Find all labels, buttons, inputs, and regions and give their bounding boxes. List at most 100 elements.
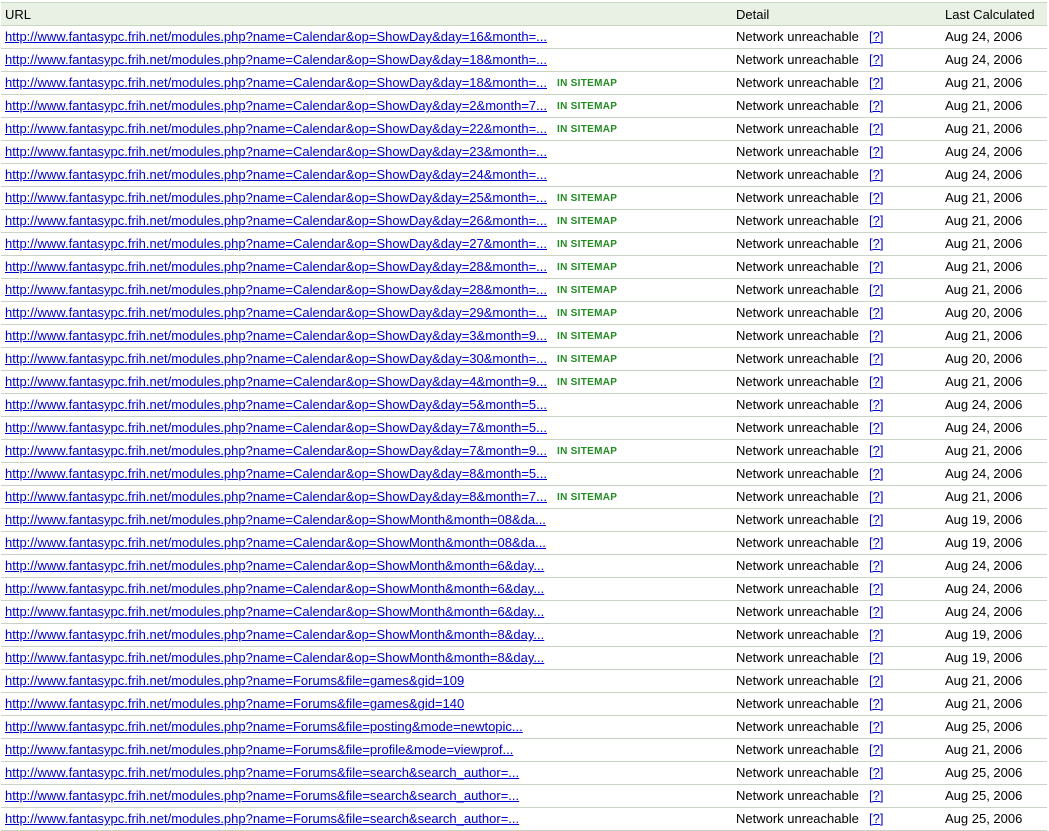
last-calculated-date: Aug 20, 2006 [945, 305, 1023, 320]
help-link[interactable]: [?] [869, 719, 883, 735]
detail-text: Network unreachable [736, 489, 859, 504]
help-link[interactable]: [?] [869, 696, 883, 712]
url-link[interactable]: http://www.fantasypc.frih.net/modules.ph… [5, 765, 519, 781]
url-link[interactable]: http://www.fantasypc.frih.net/modules.ph… [5, 351, 547, 367]
url-link[interactable]: http://www.fantasypc.frih.net/modules.ph… [5, 374, 547, 390]
help-link[interactable]: [?] [869, 604, 883, 620]
detail-text: Network unreachable [736, 305, 859, 320]
url-link[interactable]: http://www.fantasypc.frih.net/modules.ph… [5, 466, 547, 482]
help-link[interactable]: [?] [869, 121, 883, 137]
last-calculated-date: Aug 21, 2006 [945, 75, 1023, 90]
detail-text: Network unreachable [736, 29, 859, 44]
url-link[interactable]: http://www.fantasypc.frih.net/modules.ph… [5, 581, 544, 597]
help-link[interactable]: [?] [869, 581, 883, 597]
url-link[interactable]: http://www.fantasypc.frih.net/modules.ph… [5, 29, 547, 45]
help-link[interactable]: [?] [869, 213, 883, 229]
url-link[interactable]: http://www.fantasypc.frih.net/modules.ph… [5, 719, 523, 735]
in-sitemap-badge: IN SITEMAP [557, 285, 618, 296]
detail-text: Network unreachable [736, 190, 859, 205]
url-link[interactable]: http://www.fantasypc.frih.net/modules.ph… [5, 397, 547, 413]
help-link[interactable]: [?] [869, 236, 883, 252]
help-link[interactable]: [?] [869, 765, 883, 781]
last-calculated-date: Aug 21, 2006 [945, 259, 1023, 274]
help-link[interactable]: [?] [869, 420, 883, 436]
url-link[interactable]: http://www.fantasypc.frih.net/modules.ph… [5, 489, 547, 505]
help-link[interactable]: [?] [869, 328, 883, 344]
url-link[interactable]: http://www.fantasypc.frih.net/modules.ph… [5, 673, 464, 689]
help-link[interactable]: [?] [869, 167, 883, 183]
last-calculated-date: Aug 20, 2006 [945, 351, 1023, 366]
url-link[interactable]: http://www.fantasypc.frih.net/modules.ph… [5, 443, 547, 459]
url-link[interactable]: http://www.fantasypc.frih.net/modules.ph… [5, 190, 547, 206]
table-row: http://www.fantasypc.frih.net/modules.ph… [1, 394, 1047, 417]
help-link[interactable]: [?] [869, 650, 883, 666]
help-link[interactable]: [?] [869, 627, 883, 643]
url-link[interactable]: http://www.fantasypc.frih.net/modules.ph… [5, 788, 519, 804]
help-link[interactable]: [?] [869, 305, 883, 321]
last-calculated-date: Aug 21, 2006 [945, 742, 1023, 757]
last-calculated-date: Aug 24, 2006 [945, 52, 1023, 67]
url-link[interactable]: http://www.fantasypc.frih.net/modules.ph… [5, 121, 547, 137]
url-link[interactable]: http://www.fantasypc.frih.net/modules.ph… [5, 742, 513, 758]
url-link[interactable]: http://www.fantasypc.frih.net/modules.ph… [5, 98, 547, 114]
url-link[interactable]: http://www.fantasypc.frih.net/modules.ph… [5, 604, 544, 620]
help-link[interactable]: [?] [869, 52, 883, 68]
help-link[interactable]: [?] [869, 259, 883, 275]
last-calculated-date: Aug 21, 2006 [945, 443, 1023, 458]
help-link[interactable]: [?] [869, 75, 883, 91]
help-link[interactable]: [?] [869, 512, 883, 528]
url-link[interactable]: http://www.fantasypc.frih.net/modules.ph… [5, 328, 547, 344]
help-link[interactable]: [?] [869, 144, 883, 160]
url-link[interactable]: http://www.fantasypc.frih.net/modules.ph… [5, 420, 547, 436]
last-calculated-date: Aug 24, 2006 [945, 144, 1023, 159]
url-link[interactable]: http://www.fantasypc.frih.net/modules.ph… [5, 558, 544, 574]
url-link[interactable]: http://www.fantasypc.frih.net/modules.ph… [5, 627, 544, 643]
header-last-calculated[interactable]: Last Calculated [945, 7, 1035, 23]
url-link[interactable]: http://www.fantasypc.frih.net/modules.ph… [5, 236, 547, 252]
url-link[interactable]: http://www.fantasypc.frih.net/modules.ph… [5, 259, 547, 275]
url-link[interactable]: http://www.fantasypc.frih.net/modules.ph… [5, 52, 547, 68]
help-link[interactable]: [?] [869, 29, 883, 45]
help-link[interactable]: [?] [869, 673, 883, 689]
help-link[interactable]: [?] [869, 351, 883, 367]
help-link[interactable]: [?] [869, 811, 883, 827]
table-row: http://www.fantasypc.frih.net/modules.ph… [1, 670, 1047, 693]
help-link[interactable]: [?] [869, 489, 883, 505]
table-row: http://www.fantasypc.frih.net/modules.ph… [1, 141, 1047, 164]
table-row: http://www.fantasypc.frih.net/modules.ph… [1, 463, 1047, 486]
url-link[interactable]: http://www.fantasypc.frih.net/modules.ph… [5, 512, 546, 528]
help-link[interactable]: [?] [869, 788, 883, 804]
url-link[interactable]: http://www.fantasypc.frih.net/modules.ph… [5, 305, 547, 321]
detail-text: Network unreachable [736, 374, 859, 389]
url-link[interactable]: http://www.fantasypc.frih.net/modules.ph… [5, 650, 544, 666]
url-link[interactable]: http://www.fantasypc.frih.net/modules.ph… [5, 282, 547, 298]
help-link[interactable]: [?] [869, 558, 883, 574]
last-calculated-date: Aug 24, 2006 [945, 558, 1023, 573]
help-link[interactable]: [?] [869, 98, 883, 114]
detail-text: Network unreachable [736, 558, 859, 573]
header-detail[interactable]: Detail [736, 7, 769, 23]
header-url[interactable]: URL [5, 7, 31, 23]
table-row: http://www.fantasypc.frih.net/modules.ph… [1, 210, 1047, 233]
last-calculated-date: Aug 21, 2006 [945, 213, 1023, 228]
detail-text: Network unreachable [736, 351, 859, 366]
help-link[interactable]: [?] [869, 466, 883, 482]
url-link[interactable]: http://www.fantasypc.frih.net/modules.ph… [5, 75, 547, 91]
help-link[interactable]: [?] [869, 443, 883, 459]
help-link[interactable]: [?] [869, 190, 883, 206]
table-row: http://www.fantasypc.frih.net/modules.ph… [1, 555, 1047, 578]
help-link[interactable]: [?] [869, 535, 883, 551]
url-link[interactable]: http://www.fantasypc.frih.net/modules.ph… [5, 811, 519, 827]
in-sitemap-badge: IN SITEMAP [557, 239, 618, 250]
url-link[interactable]: http://www.fantasypc.frih.net/modules.ph… [5, 213, 547, 229]
url-link[interactable]: http://www.fantasypc.frih.net/modules.ph… [5, 535, 546, 551]
help-link[interactable]: [?] [869, 374, 883, 390]
url-link[interactable]: http://www.fantasypc.frih.net/modules.ph… [5, 144, 547, 160]
help-link[interactable]: [?] [869, 282, 883, 298]
help-link[interactable]: [?] [869, 397, 883, 413]
table-row: http://www.fantasypc.frih.net/modules.ph… [1, 739, 1047, 762]
help-link[interactable]: [?] [869, 742, 883, 758]
url-link[interactable]: http://www.fantasypc.frih.net/modules.ph… [5, 167, 547, 183]
url-link[interactable]: http://www.fantasypc.frih.net/modules.ph… [5, 696, 464, 712]
table-row: http://www.fantasypc.frih.net/modules.ph… [1, 509, 1047, 532]
